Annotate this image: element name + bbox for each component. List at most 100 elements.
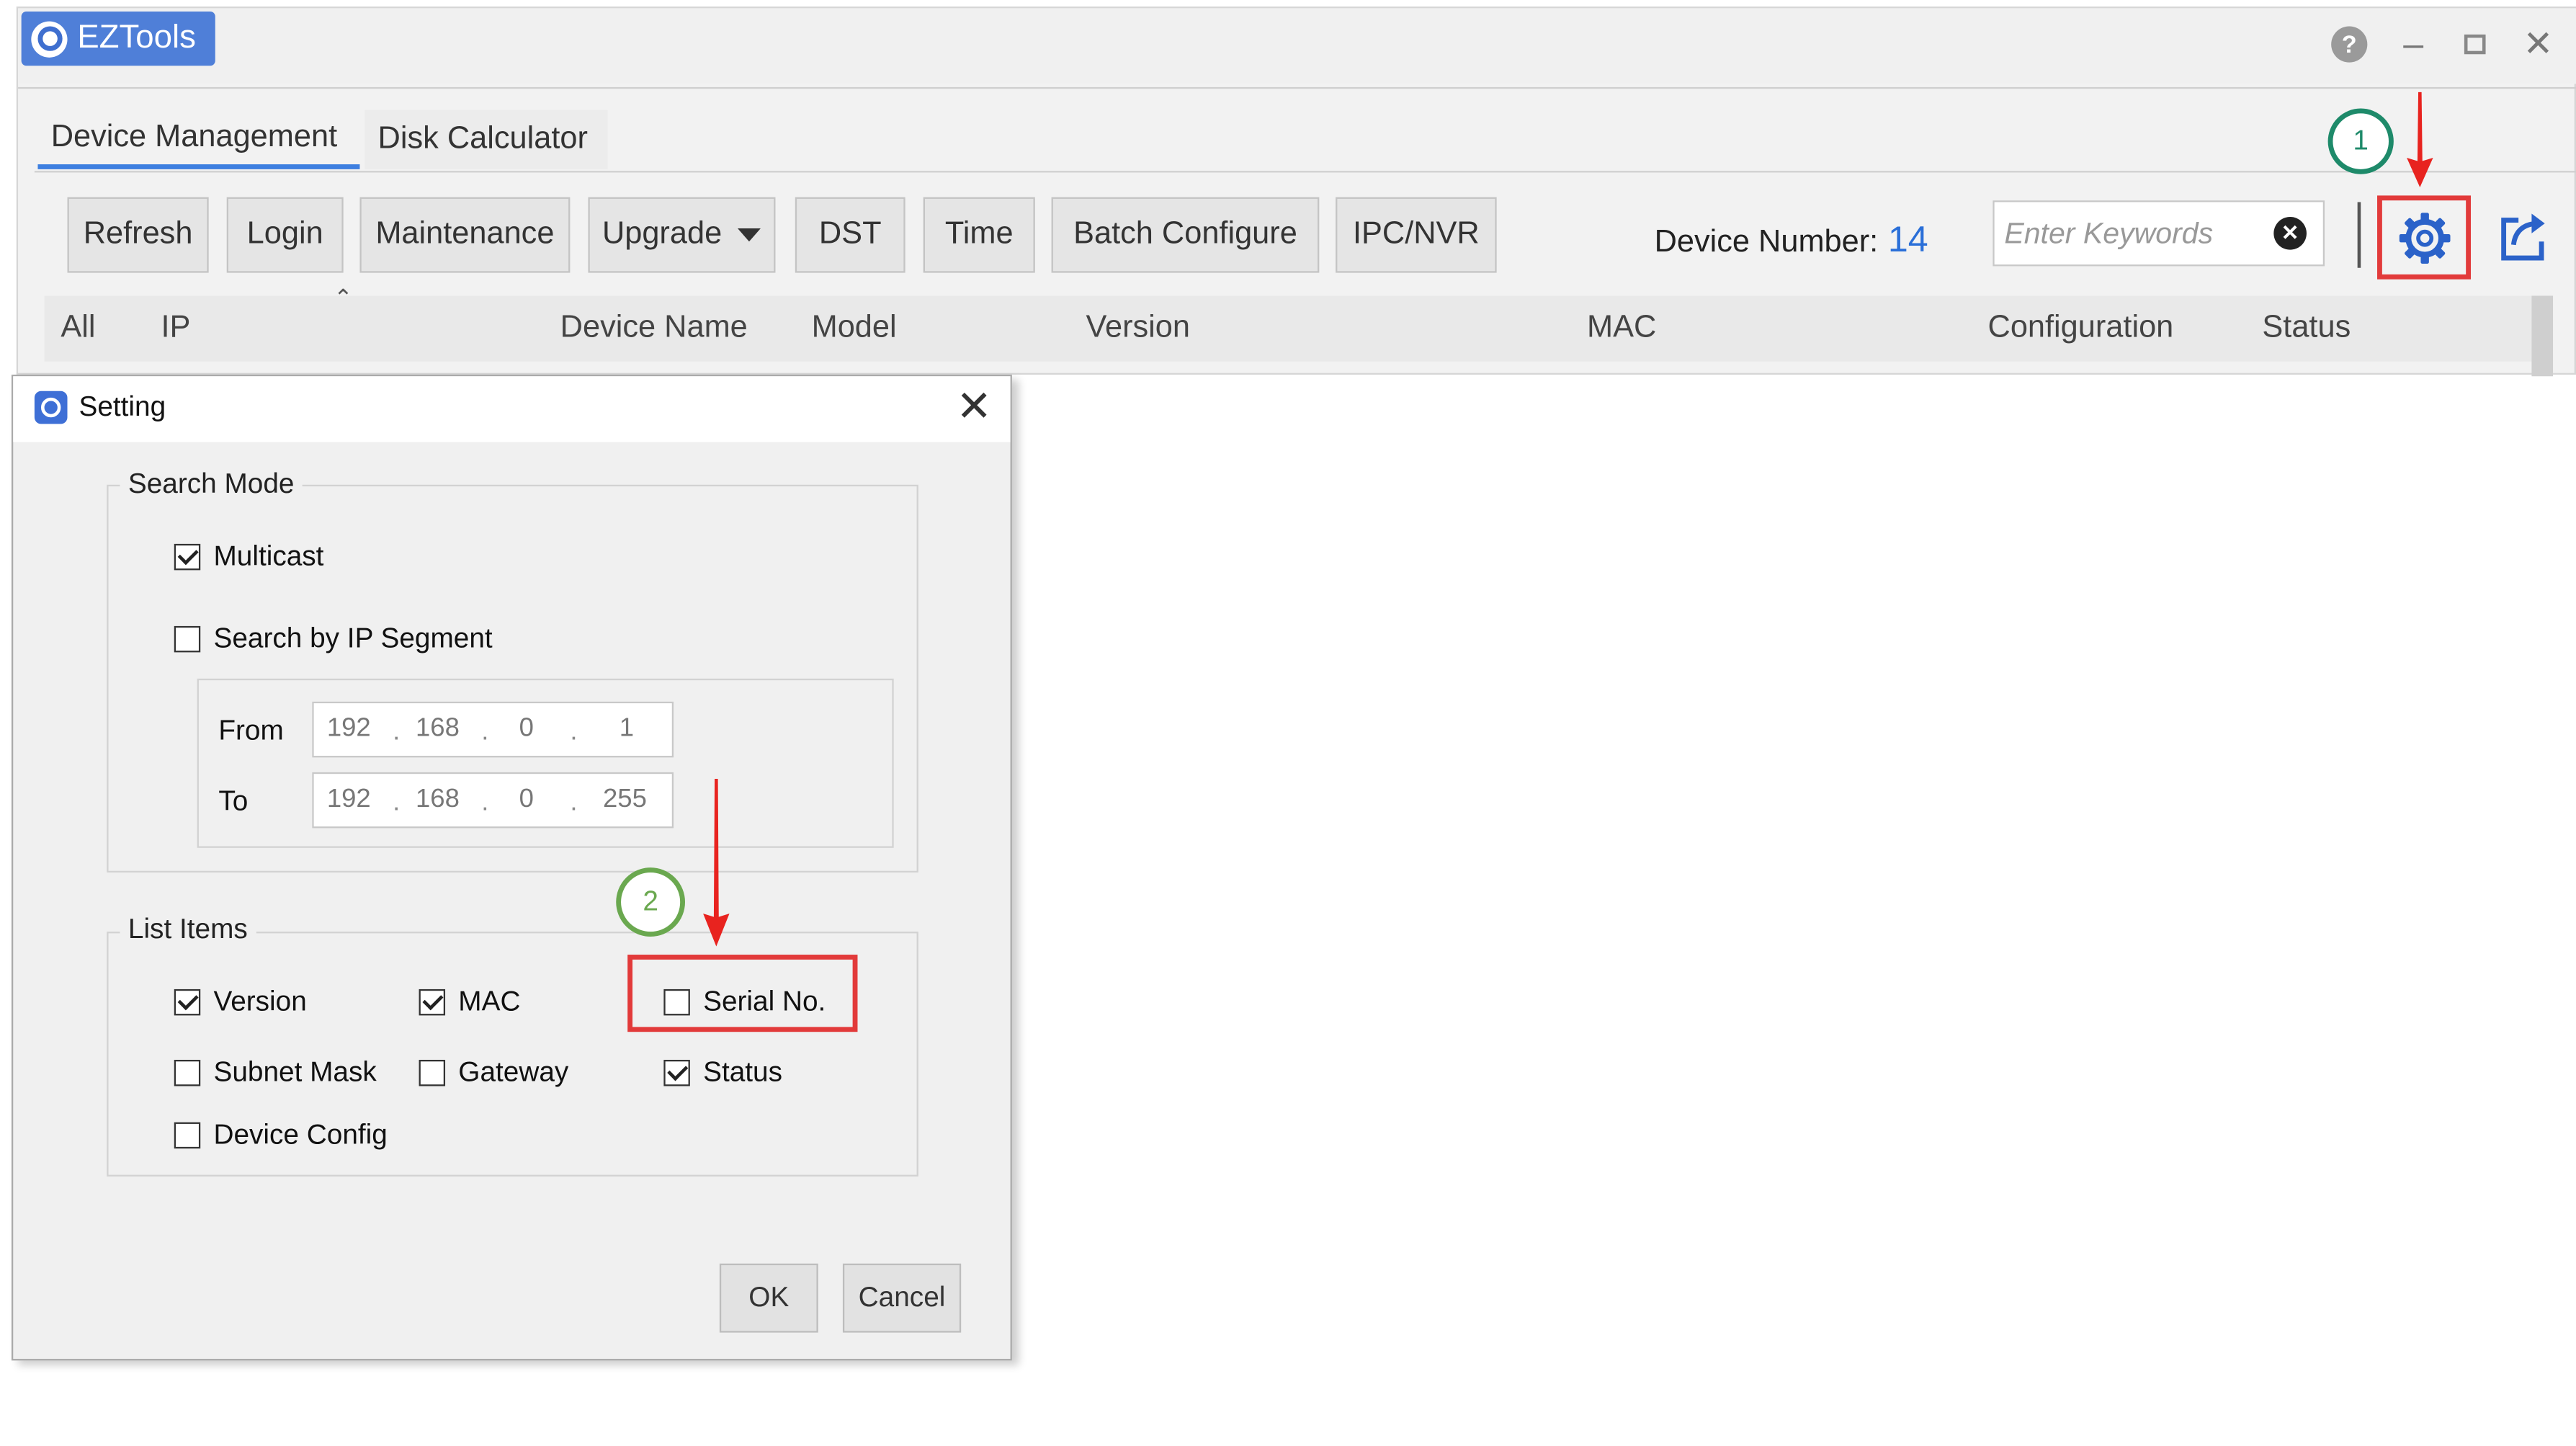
ipc-nvr-button[interactable]: IPC/NVR (1336, 197, 1497, 273)
gateway-checkbox[interactable]: Gateway (419, 1056, 569, 1089)
cancel-button[interactable]: Cancel (842, 1263, 962, 1333)
checkbox-checked-icon (174, 988, 201, 1016)
ip-octet: 0 (519, 715, 534, 743)
ip-octet: 1 (619, 715, 635, 743)
sort-ascending-icon: ⌃ (333, 284, 353, 311)
dialog-title-bar: Setting ✕ (13, 376, 1011, 442)
status-checkbox[interactable]: Status (663, 1056, 782, 1089)
settings-button[interactable] (2377, 195, 2472, 280)
subnet-mask-checkbox[interactable]: Subnet Mask (174, 1056, 377, 1089)
ip-octet: 168 (415, 785, 460, 813)
to-ip-field[interactable]: 192 . 168 . 0 . 255 (312, 772, 674, 829)
checkbox-checked-icon (663, 1059, 690, 1086)
ip-octet: 255 (602, 785, 647, 813)
refresh-button[interactable]: Refresh (67, 197, 209, 273)
ip-octet: 168 (415, 715, 460, 743)
column-device-name[interactable]: Device Name (560, 311, 748, 347)
device-number-value: 14 (1887, 218, 1928, 260)
clear-search-icon[interactable]: ✕ (2273, 217, 2307, 250)
export-icon[interactable] (2492, 205, 2555, 268)
column-ip[interactable]: IP (161, 311, 190, 347)
minimize-button[interactable]: – (2392, 23, 2435, 66)
arrow-down-icon (2407, 92, 2433, 187)
step-1-badge: 1 (2327, 108, 2394, 174)
title-divider (18, 86, 2576, 89)
ip-octet: 192 (326, 785, 371, 813)
maximize-icon (2463, 34, 2485, 55)
maximize-button[interactable] (2453, 23, 2495, 66)
tab-label: Device Management (50, 119, 338, 154)
search-input[interactable] (2000, 202, 2271, 265)
checkbox-checked-icon (419, 988, 446, 1016)
tab-disk-calculator[interactable]: Disk Calculator (365, 110, 608, 169)
time-button[interactable]: Time (923, 197, 1035, 273)
login-button[interactable]: Login (226, 197, 344, 273)
close-icon: ✕ (2523, 22, 2554, 64)
from-ip-field[interactable]: 192 . 168 . 0 . 1 (312, 701, 674, 758)
ip-octet: 0 (519, 785, 534, 813)
batch-configure-button[interactable]: Batch Configure (1051, 197, 1320, 273)
column-version[interactable]: Version (1086, 311, 1190, 347)
search-by-ip-segment-checkbox[interactable]: Search by IP Segment (174, 622, 493, 656)
checkbox-unchecked-icon (174, 625, 201, 653)
multicast-label: Multicast (213, 540, 324, 572)
ip-dot: . (393, 718, 401, 746)
device-config-label: Device Config (213, 1119, 388, 1151)
close-window-button[interactable]: ✕ (2517, 23, 2559, 66)
dst-button[interactable]: DST (795, 197, 905, 273)
app-title: EZTools (77, 19, 196, 56)
tab-underline (34, 171, 2576, 173)
ok-button[interactable]: OK (719, 1263, 818, 1333)
app-logo-icon (31, 20, 68, 57)
subnet-mask-label: Subnet Mask (213, 1056, 377, 1088)
help-button[interactable]: ? (2328, 23, 2371, 66)
gear-icon (2398, 212, 2450, 263)
column-configuration[interactable]: Configuration (1988, 311, 2174, 347)
to-label: To (218, 785, 249, 817)
help-icon: ? (2331, 26, 2368, 63)
serial-no-highlight (627, 955, 858, 1032)
checkbox-unchecked-icon (174, 1122, 201, 1149)
tab-device-management[interactable]: Device Management (37, 110, 360, 169)
device-config-checkbox[interactable]: Device Config (174, 1119, 388, 1152)
arrow-down-icon (703, 779, 730, 947)
ip-dot: . (570, 788, 578, 817)
upgrade-dropdown[interactable]: Upgrade (588, 197, 776, 273)
dialog-close-icon[interactable]: ✕ (956, 383, 992, 429)
app-logo-icon (34, 390, 68, 424)
main-window: EZTools ? – ✕ Device Management Disk Cal… (16, 6, 2576, 377)
dialog-title: Setting (79, 390, 166, 423)
device-number: Device Number: 14 (1655, 218, 1928, 261)
app-title-badge: EZTools (21, 11, 216, 66)
step-2-badge: 2 (616, 867, 686, 937)
checkbox-unchecked-icon (419, 1059, 446, 1086)
column-mac[interactable]: MAC (1587, 311, 1656, 347)
list-items-legend: List Items (120, 914, 256, 947)
ip-octet: 192 (326, 715, 371, 743)
column-status[interactable]: Status (2262, 311, 2351, 347)
ip-dot: . (393, 788, 401, 817)
device-number-label: Device Number: (1654, 225, 1879, 260)
table-scrollbar[interactable] (2531, 295, 2554, 377)
mac-checkbox[interactable]: MAC (419, 986, 521, 1019)
search-mode-legend: Search Mode (120, 468, 303, 501)
device-table-header: All IP Device Name Model Version MAC Con… (44, 295, 2532, 362)
version-label: Version (213, 986, 307, 1017)
version-checkbox[interactable]: Version (174, 986, 307, 1019)
column-model[interactable]: Model (812, 311, 897, 347)
ip-dot: . (570, 718, 578, 746)
ip-dot: . (481, 788, 489, 817)
checkbox-unchecked-icon (174, 1059, 201, 1086)
mac-label: MAC (458, 986, 521, 1017)
multicast-checkbox[interactable]: Multicast (174, 540, 324, 574)
chevron-down-icon (738, 228, 761, 242)
checkbox-checked-icon (174, 543, 201, 571)
gateway-label: Gateway (458, 1056, 569, 1088)
maintenance-button[interactable]: Maintenance (359, 197, 571, 273)
title-bar: EZTools ? – ✕ (18, 8, 2576, 84)
column-all[interactable]: All (61, 311, 95, 347)
minimize-icon: – (2403, 22, 2424, 64)
toolbar-divider (2357, 202, 2361, 268)
search-by-ip-segment-label: Search by IP Segment (213, 622, 493, 654)
status-label: Status (703, 1056, 783, 1088)
